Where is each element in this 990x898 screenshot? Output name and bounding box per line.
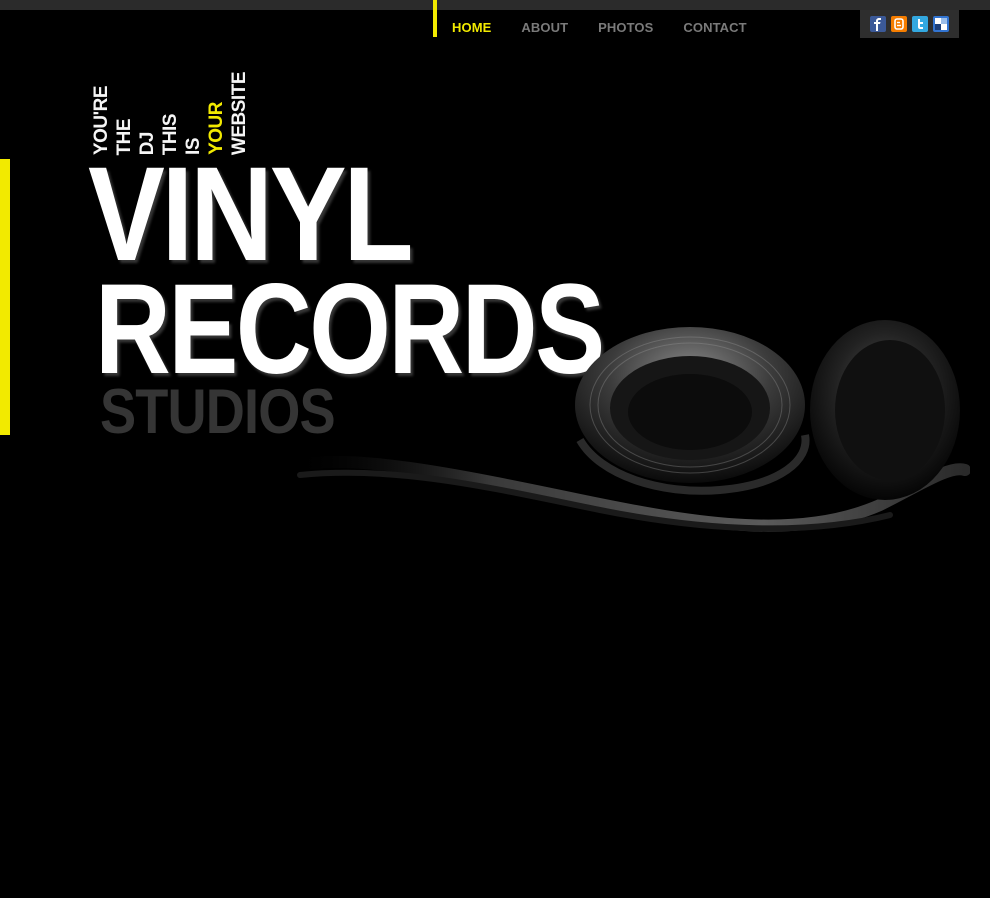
nav-contact-link[interactable]: CONTACT (683, 20, 746, 35)
delicious-icon[interactable] (933, 16, 949, 32)
nav-accent-bar (433, 0, 437, 37)
twitter-icon[interactable] (912, 16, 928, 32)
facebook-icon[interactable] (870, 16, 886, 32)
nav-photos-link[interactable]: PHOTOS (598, 20, 653, 35)
blogger-icon[interactable] (891, 16, 907, 32)
page: HOME ABOUT PHOTOS CONTACT YOU'RE THE DJ … (0, 0, 990, 898)
headphones-image (284, 320, 970, 532)
top-strip (0, 0, 990, 10)
main-nav: HOME ABOUT PHOTOS CONTACT (452, 20, 747, 35)
social-links-box (860, 10, 959, 38)
nav-about-link[interactable]: ABOUT (521, 20, 568, 35)
nav-home-link[interactable]: HOME (452, 20, 491, 35)
left-accent-bar (0, 159, 10, 435)
